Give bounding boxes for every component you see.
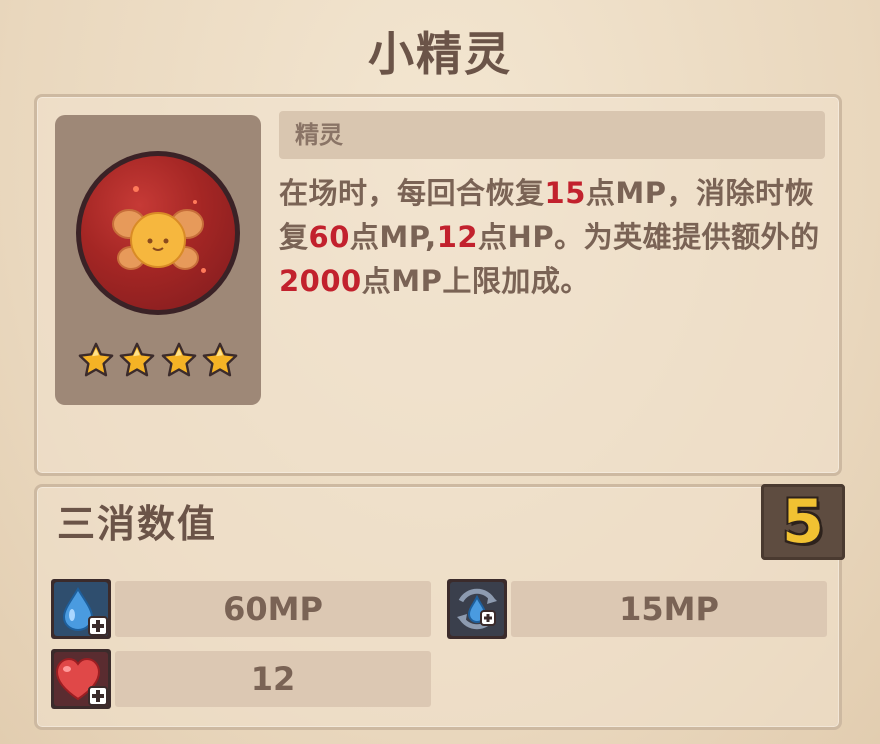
highlight-number: 60 <box>308 220 350 254</box>
description-text: 点HP。为英雄提供额外的 <box>478 220 820 254</box>
stat-value: 15MP <box>511 581 827 637</box>
fairy-orb-icon <box>76 151 240 315</box>
highlight-number: 2000 <box>279 264 362 298</box>
star-icon <box>161 342 196 377</box>
heart-plus-icon <box>51 649 111 709</box>
level-number: 5 <box>782 487 824 557</box>
section-title: 三消数值 <box>57 502 218 546</box>
level-badge: 5 <box>761 484 845 560</box>
description-text: 点MP上限加成。 <box>361 264 590 298</box>
card-info-panel: 精灵 在场时，每回合恢复15点MP，消除时恢复60点MP,12点HP。为英雄提供… <box>34 94 842 476</box>
star-icon <box>119 342 155 377</box>
match-stats-panel: 三消数值 5 60MP 15MP 12 <box>34 484 845 730</box>
stat-mp-regen: 15MP <box>447 579 827 639</box>
page-title: 小精灵 <box>368 27 512 81</box>
water-drop-plus-icon <box>51 579 111 639</box>
star-rating <box>77 341 239 381</box>
stat-hp-restore: 12 <box>51 649 431 709</box>
star-icon <box>202 342 238 377</box>
stat-value: 12 <box>115 651 431 707</box>
highlight-number: 15 <box>544 176 586 210</box>
water-drop-cycle-icon <box>447 579 507 639</box>
star-icon <box>78 342 114 377</box>
description-text: 在场时，每回合恢复 <box>279 176 545 210</box>
portrait-frame <box>55 115 261 405</box>
card-description: 在场时，每回合恢复15点MP，消除时恢复60点MP,12点HP。为英雄提供额外的… <box>279 171 825 303</box>
highlight-number: 12 <box>436 220 479 254</box>
description-text: 点MP, <box>349 220 437 254</box>
stat-value: 60MP <box>115 581 431 637</box>
card-type-label: 精灵 <box>279 111 825 159</box>
stat-mp-restore: 60MP <box>51 579 431 639</box>
